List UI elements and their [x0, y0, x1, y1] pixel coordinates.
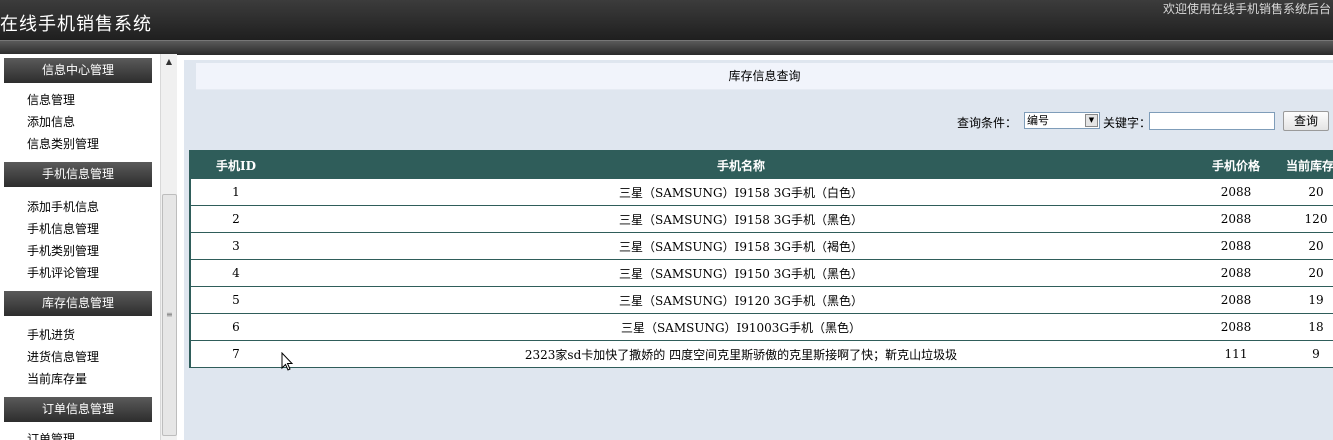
sidebar-item-current-stock[interactable]: 当前库存量 — [27, 371, 87, 387]
cell-phone-name: 三星（SAMSUNG）I91003G手机（黑色） — [281, 313, 1201, 341]
cell-phone-price: 111 — [1201, 340, 1271, 367]
cell-phone-name: 三星（SAMSUNG）I9150 3G手机（黑色） — [281, 259, 1201, 287]
sidebar-item-phone-category[interactable]: 手机类别管理 — [27, 243, 99, 259]
sidebar-item-add-info[interactable]: 添加信息 — [27, 114, 75, 130]
keyword-label: 关键字： — [1103, 116, 1152, 130]
cell-current-stock: 20 — [1271, 259, 1333, 287]
table-row[interactable]: 4 三星（SAMSUNG）I9150 3G手机（黑色） 2088 20 — [191, 259, 1333, 287]
cell-phone-id: 5 — [191, 286, 281, 314]
header-divider-bar — [0, 40, 1333, 55]
column-header-phone-id[interactable]: 手机ID — [191, 152, 281, 179]
cell-current-stock: 9 — [1271, 340, 1333, 367]
grip-icon: ≡ — [166, 310, 173, 319]
cell-current-stock: 19 — [1271, 286, 1333, 314]
condition-label: 查询条件： — [957, 116, 1018, 130]
cell-phone-price: 2088 — [1201, 286, 1271, 314]
sidebar-item-add-phone[interactable]: 添加手机信息 — [27, 199, 99, 215]
scroll-thumb[interactable]: ≡ — [162, 194, 177, 436]
cell-phone-id: 1 — [191, 179, 281, 206]
column-header-phone-name[interactable]: 手机名称 — [281, 152, 1201, 179]
sidebar-group-info-center[interactable]: 信息中心管理 — [4, 58, 152, 83]
cell-phone-price: 2088 — [1201, 232, 1271, 260]
table-row[interactable]: 2 三星（SAMSUNG）I9158 3G手机（黑色） 2088 120 — [191, 205, 1333, 233]
sidebar-scrollbar[interactable]: ▲ ≡ — [160, 54, 177, 440]
cell-current-stock: 20 — [1271, 232, 1333, 260]
sidebar-item-order-manage[interactable]: 订单管理 — [27, 431, 75, 440]
main-content: 库存信息查询 查询条件： 编号 ▼ 关键字： 查询 手机ID 手机名称 手机价格 — [184, 60, 1333, 440]
table-row[interactable]: 1 三星（SAMSUNG）I9158 3G手机（白色） 2088 20 — [191, 179, 1333, 206]
table-row[interactable]: 3 三星（SAMSUNG）I9158 3G手机（褐色） 2088 20 — [191, 232, 1333, 260]
sidebar-item-phone-comment[interactable]: 手机评论管理 — [27, 265, 99, 281]
table-row[interactable]: 7 2323家sd卡加快了撒娇的 四度空间克里斯骄傲的克里斯接啊了快；靳克山垃圾… — [191, 340, 1333, 367]
page-title: 库存信息查询 — [196, 63, 1333, 90]
cell-phone-price: 2088 — [1201, 205, 1271, 233]
cell-phone-price: 2088 — [1201, 259, 1271, 287]
search-bar: 查询条件： 编号 ▼ 关键字： 查询 — [957, 111, 1333, 132]
chevron-down-icon[interactable]: ▼ — [1085, 114, 1098, 127]
app-title: 在线手机销售系统 — [0, 14, 152, 35]
cell-phone-id: 6 — [191, 313, 281, 341]
cell-phone-name: 三星（SAMSUNG）I9158 3G手机（褐色） — [281, 232, 1201, 260]
mouse-cursor-icon — [281, 352, 294, 371]
column-header-phone-price[interactable]: 手机价格 — [1201, 152, 1271, 179]
sidebar-item-purchase-manage[interactable]: 进货信息管理 — [27, 349, 99, 365]
sidebar-item-info-category[interactable]: 信息类别管理 — [27, 136, 99, 152]
cell-phone-price: 2088 — [1201, 179, 1271, 206]
cell-phone-id: 4 — [191, 259, 281, 287]
sidebar-group-orders[interactable]: 订单信息管理 — [4, 397, 152, 422]
sidebar-item-phone-manage[interactable]: 手机信息管理 — [27, 221, 99, 237]
condition-select[interactable]: 编号 ▼ — [1024, 112, 1100, 129]
condition-select-value: 编号 — [1027, 114, 1049, 127]
keyword-input[interactable] — [1149, 112, 1275, 130]
cell-current-stock: 18 — [1271, 313, 1333, 341]
cell-current-stock: 120 — [1271, 205, 1333, 233]
cell-phone-name: 三星（SAMSUNG）I9158 3G手机（白色） — [281, 179, 1201, 206]
sidebar-group-inventory[interactable]: 库存信息管理 — [4, 291, 152, 316]
search-button[interactable]: 查询 — [1283, 111, 1329, 131]
cell-phone-price: 2088 — [1201, 313, 1271, 341]
cell-current-stock: 20 — [1271, 179, 1333, 206]
cell-phone-name: 三星（SAMSUNG）I9120 3G手机（黑色） — [281, 286, 1201, 314]
inventory-table: 手机ID 手机名称 手机价格 当前库存量 1 三星（SAMSUNG）I9158 … — [191, 152, 1333, 367]
cell-phone-name: 三星（SAMSUNG）I9158 3G手机（黑色） — [281, 205, 1201, 233]
cell-phone-id: 3 — [191, 232, 281, 260]
table-row[interactable]: 5 三星（SAMSUNG）I9120 3G手机（黑色） 2088 19 — [191, 286, 1333, 314]
welcome-text: 欢迎使用在线手机销售系统后台 — [1162, 2, 1331, 16]
sidebar-item-phone-purchase[interactable]: 手机进货 — [27, 327, 75, 343]
table-row[interactable]: 6 三星（SAMSUNG）I91003G手机（黑色） 2088 18 — [191, 313, 1333, 341]
app-header: 在线手机销售系统 欢迎使用在线手机销售系统后台 — [0, 0, 1333, 40]
scroll-up-icon[interactable]: ▲ — [161, 54, 177, 70]
cell-phone-id: 7 — [191, 340, 281, 367]
inventory-table-wrapper: 手机ID 手机名称 手机价格 当前库存量 1 三星（SAMSUNG）I9158 … — [189, 150, 1333, 368]
sidebar-item-info-manage[interactable]: 信息管理 — [27, 92, 75, 108]
table-header-row: 手机ID 手机名称 手机价格 当前库存量 — [191, 152, 1333, 179]
sidebar-group-phone-info[interactable]: 手机信息管理 — [4, 162, 152, 187]
cell-phone-id: 2 — [191, 205, 281, 233]
cell-phone-name: 2323家sd卡加快了撒娇的 四度空间克里斯骄傲的克里斯接啊了快；靳克山垃圾圾 — [281, 340, 1201, 367]
column-header-current-stock[interactable]: 当前库存量 — [1271, 152, 1333, 179]
sidebar: 信息中心管理 信息管理 添加信息 信息类别管理 手机信息管理 添加手机信息 手机… — [0, 54, 160, 440]
